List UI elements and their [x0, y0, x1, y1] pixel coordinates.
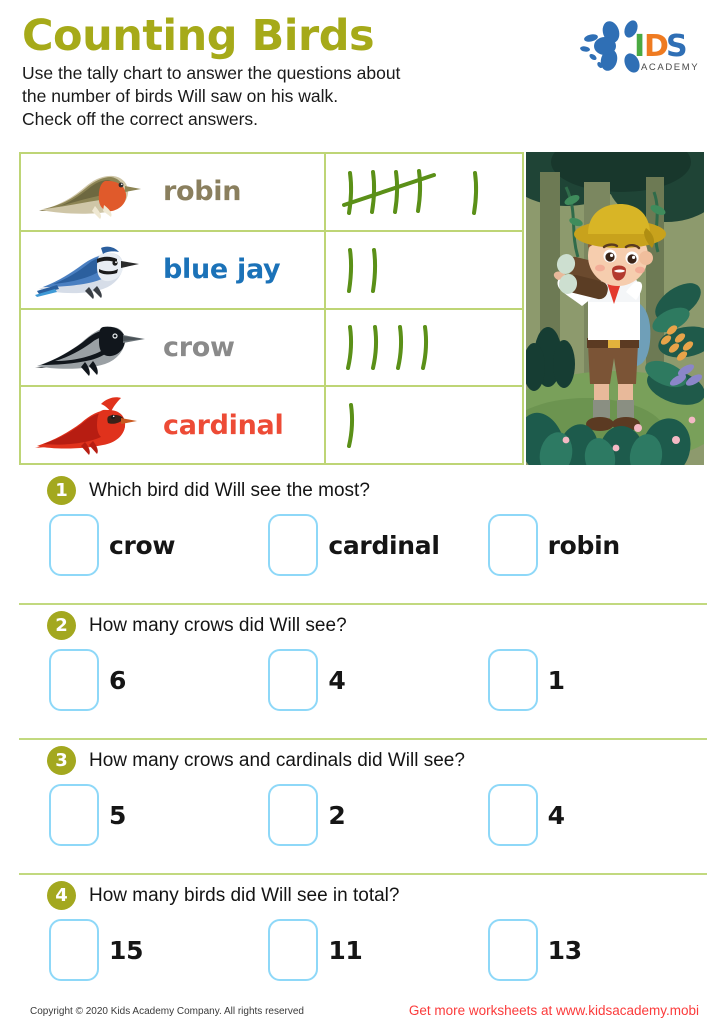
option-3-3[interactable]: 4 [487, 784, 707, 846]
table-row: blue jay [21, 231, 522, 310]
table-row: crow [21, 309, 522, 388]
option-label: 11 [328, 935, 363, 965]
tally-cell-blue-jay [326, 232, 522, 308]
question-1-header: 1 Which bird did Will see the most? [19, 470, 707, 505]
bird-name-label: blue jay [163, 254, 281, 286]
table-row: robin [21, 154, 522, 232]
answer-checkbox[interactable] [487, 514, 538, 576]
option-3-1[interactable]: 5 [49, 784, 268, 846]
copyright-text: Copyright © 2020 Kids Academy Company. A… [30, 1006, 304, 1017]
instruction-line-1: Use the tally chart to answer the questi… [22, 63, 401, 84]
tally-cell-crow [326, 310, 522, 386]
option-label: 5 [109, 800, 127, 830]
option-label: robin [547, 530, 621, 560]
option-label: 15 [109, 935, 144, 965]
tally-marks-icon [342, 168, 479, 215]
answer-checkbox[interactable] [268, 514, 319, 576]
bird-cell-robin: robin [21, 154, 326, 230]
answer-checkbox[interactable] [49, 784, 99, 846]
option-1-1[interactable]: crow [49, 514, 268, 576]
answer-checkbox[interactable] [487, 784, 538, 846]
option-label: 4 [328, 665, 346, 695]
svg-text:ACADEMY: ACADEMY [641, 62, 699, 73]
tally-chart: robin blue jay crow cardinal [19, 152, 524, 465]
question-1: 1 Which bird did Will see the most? crow… [19, 470, 707, 605]
question-3-header: 3 How many crows and cardinals did Will … [19, 740, 707, 775]
option-3-2[interactable]: 2 [268, 784, 487, 846]
option-2-1[interactable]: 6 [49, 649, 268, 711]
option-label: 1 [547, 665, 565, 695]
question-number-badge: 3 [47, 746, 76, 775]
footer: Copyright © 2020 Kids Academy Company. A… [0, 997, 723, 1018]
svg-text:S: S [666, 29, 688, 64]
question-3-options: 5 2 4 [19, 784, 707, 846]
question-text: How many birds did Will see in total? [89, 884, 400, 906]
question-4: 4 How many birds did Will see in total? … [19, 875, 707, 995]
question-4-header: 4 How many birds did Will see in total? [19, 875, 707, 910]
option-4-2[interactable]: 11 [268, 919, 487, 981]
logo-icon: I D S ACADEMY [580, 20, 699, 73]
blue-jay-icon [35, 246, 139, 299]
bird-cell-blue-jay: blue jay [21, 231, 326, 308]
answer-checkbox[interactable] [487, 649, 538, 711]
question-text: How many crows and cardinals did Will se… [89, 749, 465, 771]
question-number-badge: 4 [47, 881, 76, 910]
instruction-line-2: the number of birds Will saw on his walk… [22, 86, 339, 107]
tally-marks-icon [347, 403, 355, 449]
bird-name-label: crow [163, 331, 235, 363]
option-label: 2 [328, 800, 346, 830]
tally-marks-icon [347, 247, 378, 293]
question-text: How many crows did Will see? [89, 614, 347, 636]
question-number-badge: 1 [47, 476, 76, 505]
option-label: crow [109, 530, 176, 560]
bird-cell-cardinal: cardinal [21, 387, 326, 463]
instructions: Use the tally chart to answer the questi… [22, 62, 562, 131]
question-number-badge: 2 [47, 611, 76, 640]
kids-academy-logo: I D S ACADEMY [575, 16, 701, 78]
promo-link[interactable]: Get more worksheets at www.kidsacademy.m… [409, 1003, 699, 1018]
answer-checkbox[interactable] [49, 919, 99, 981]
question-4-options: 15 11 13 [19, 919, 707, 981]
option-4-3[interactable]: 13 [487, 919, 707, 981]
explorer-illustration [526, 152, 704, 465]
answer-checkbox[interactable] [49, 649, 99, 711]
question-2-options: 6 4 1 [19, 649, 707, 711]
chart-area: robin blue jay crow cardinal [19, 152, 704, 465]
question-2-header: 2 How many crows did Will see? [19, 605, 707, 640]
jungle-scene-icon [526, 152, 704, 465]
option-1-2[interactable]: cardinal [268, 514, 487, 576]
tally-cell-robin [326, 154, 522, 230]
question-text: Which bird did Will see the most? [89, 479, 370, 501]
tally-marks-icon [346, 325, 429, 371]
table-row: cardinal [21, 387, 522, 463]
header: Counting Birds Use the tally chart to an… [0, 0, 723, 131]
answer-checkbox[interactable] [487, 919, 538, 981]
option-label: 13 [547, 935, 583, 965]
cardinal-icon [35, 397, 137, 456]
question-1-options: crow cardinal robin [19, 514, 707, 576]
question-3: 3 How many crows and cardinals did Will … [19, 740, 707, 875]
bird-name-label: cardinal [163, 409, 284, 441]
tally-cell-cardinal [326, 387, 522, 463]
crow-icon [35, 326, 145, 377]
answer-checkbox[interactable] [268, 919, 319, 981]
questions-section: 1 Which bird did Will see the most? crow… [19, 470, 707, 995]
instruction-line-3: Check off the correct answers. [22, 109, 259, 130]
answer-checkbox[interactable] [268, 649, 319, 711]
answer-checkbox[interactable] [49, 514, 99, 576]
bird-name-label: robin [163, 176, 242, 208]
option-2-3[interactable]: 1 [487, 649, 707, 711]
worksheet-page: Counting Birds Use the tally chart to an… [0, 0, 723, 1024]
option-label: 4 [547, 800, 565, 830]
question-2: 2 How many crows did Will see? 6 4 1 [19, 605, 707, 740]
option-label: cardinal [328, 530, 440, 560]
option-4-1[interactable]: 15 [49, 919, 268, 981]
answer-checkbox[interactable] [268, 784, 319, 846]
option-2-2[interactable]: 4 [268, 649, 487, 711]
bird-cell-crow: crow [21, 309, 326, 386]
robin-icon [39, 175, 141, 219]
option-label: 6 [109, 665, 127, 695]
option-1-3[interactable]: robin [487, 514, 707, 576]
